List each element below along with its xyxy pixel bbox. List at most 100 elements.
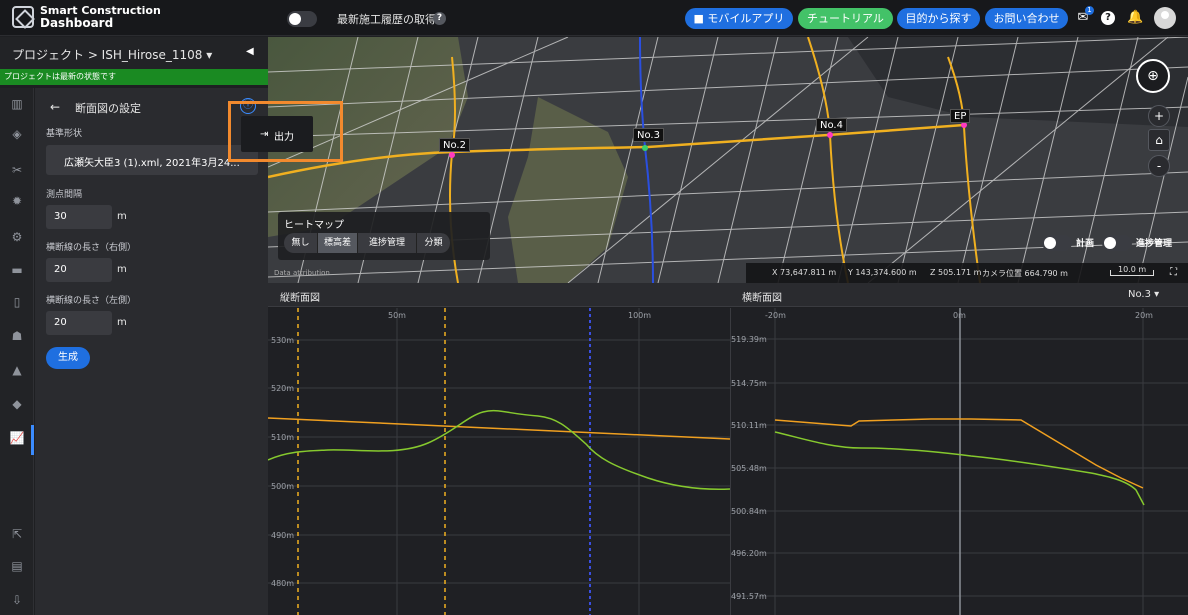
cross-y-tick-1: 519.39m xyxy=(731,335,767,344)
right-length-label: 横断線の長さ（右側） xyxy=(46,243,137,253)
long-y-tick-490: 490m xyxy=(271,531,294,540)
cross-y-tick-3: 510.11m xyxy=(731,421,767,430)
base-shape-select[interactable]: 広瀬矢大臣3 (1).xml, 2021年3月24... xyxy=(46,145,258,175)
progress-layer-toggle[interactable] xyxy=(1102,235,1132,251)
heatmap-option-class[interactable]: 分類 xyxy=(417,233,451,253)
mail-badge: 1 xyxy=(1085,6,1094,15)
left-length-label: 横断線の長さ（左側） xyxy=(46,296,137,306)
long-y-tick-500: 500m xyxy=(271,482,294,491)
cross-x-tick-0: 0m xyxy=(953,311,966,320)
device-icon[interactable]: ▯ xyxy=(9,294,25,310)
long-y-tick-480: 480m xyxy=(271,579,294,588)
collapse-icon[interactable]: ◀ xyxy=(246,46,254,57)
left-length-input[interactable]: 20 xyxy=(46,311,112,335)
marker-ep[interactable]: EP xyxy=(950,109,971,123)
progress-layer-label: 進捗管理 xyxy=(1136,239,1173,249)
settings-icon[interactable]: ✹ xyxy=(9,193,25,209)
cross-y-tick-7: 491.57m xyxy=(731,592,767,601)
chart-icon[interactable]: ▥ xyxy=(9,96,25,112)
folder-icon[interactable]: ▬ xyxy=(9,262,25,278)
cross-section-chart[interactable]: -20m 0m 20m 519.39m 514.75m 510.11m 505.… xyxy=(730,308,1188,615)
long-x-tick-100: 100m xyxy=(628,311,651,320)
shapes-icon[interactable]: ▲ xyxy=(9,362,25,378)
avatar[interactable] xyxy=(1154,7,1176,29)
paint-icon[interactable]: ◆ xyxy=(9,396,25,412)
back-arrow-icon[interactable]: ← xyxy=(50,100,60,114)
base-shape-value: 広瀬矢大臣3 (1).xml, 2021年3月24... xyxy=(64,158,240,169)
rail-active-indicator xyxy=(31,425,34,455)
section-chart-icon[interactable]: 📈 xyxy=(9,430,25,446)
long-y-tick-530: 530m xyxy=(271,336,294,345)
plan-layer-toggle[interactable] xyxy=(1042,235,1072,251)
longitudinal-title: 縦断面図 xyxy=(280,293,320,304)
heatmap-option-elevation[interactable]: 標高差 xyxy=(318,233,358,253)
right-length-unit: m xyxy=(117,264,127,275)
zoom-out-button[interactable]: - xyxy=(1148,155,1170,177)
logo-icon xyxy=(12,6,34,28)
heatmap-title: ヒートマップ xyxy=(284,220,344,231)
download-icon[interactable]: ⇩ xyxy=(9,592,25,608)
interval-label: 測点間隔 xyxy=(46,190,83,200)
right-length-input[interactable]: 20 xyxy=(46,258,112,282)
project-breadcrumb[interactable]: プロジェクト > ISH_Hirose_1108 ▾ xyxy=(12,46,212,63)
history-label: 最新施工履歴の取得 xyxy=(337,13,436,26)
mobile-app-button[interactable]: ■ モバイルアプリ xyxy=(685,8,793,29)
document-icon[interactable]: ▤ xyxy=(9,558,25,574)
interval-unit: m xyxy=(117,211,127,222)
fullscreen-icon[interactable]: ⛶ xyxy=(1170,267,1177,278)
tutorial-button[interactable]: チュートリアル xyxy=(798,8,893,29)
coord-x: X 73,647.811 m xyxy=(772,268,837,277)
cross-x-tick-neg20: -20m xyxy=(765,311,786,320)
contact-button[interactable]: お問い合わせ xyxy=(985,8,1068,29)
cross-section-title: 横断面図 xyxy=(742,293,782,304)
map-view[interactable]: No.2 No.3 No.4 EP ヒートマップ 無し 標高差 進捗管理 分類 … xyxy=(268,37,1188,283)
heatmap-option-none[interactable]: 無し xyxy=(284,233,318,253)
map-attribution[interactable]: Data attribution xyxy=(274,269,330,277)
external-link-icon[interactable]: ⇱ xyxy=(9,526,25,542)
marker-no3[interactable]: No.3 xyxy=(633,128,664,142)
machine-icon[interactable]: ⚙ xyxy=(9,229,25,245)
people-icon[interactable]: ☗ xyxy=(9,328,25,344)
tools-icon[interactable]: ✂ xyxy=(9,162,25,178)
marker-no2[interactable]: No.2 xyxy=(439,138,470,152)
heatmap-panel: ヒートマップ 無し 標高差 進捗管理 分類 xyxy=(278,212,490,260)
home-icon[interactable]: ⌂ xyxy=(1148,129,1170,151)
long-x-tick-50: 50m xyxy=(388,311,406,320)
scale-bar xyxy=(1110,270,1154,276)
compass-icon[interactable]: ⊕ xyxy=(1136,59,1170,93)
help-icon[interactable]: ? xyxy=(433,12,446,25)
heatmap-option-progress[interactable]: 進捗管理 xyxy=(358,233,417,253)
interval-input[interactable]: 30 xyxy=(46,205,112,229)
longitudinal-header: 縦断面図 xyxy=(268,283,730,307)
longitudinal-chart[interactable]: 50m 100m 530m 520m 510m 500m 490m 480m xyxy=(268,308,730,615)
long-y-tick-510: 510m xyxy=(271,433,294,442)
brand-line-2: Dashboard xyxy=(40,16,114,30)
cross-y-tick-2: 514.75m xyxy=(731,379,767,388)
project-status-text: プロジェクトは最新の状態です xyxy=(4,72,116,81)
coordinate-bar: X 73,647.811 m Y 143,374.600 m Z 505.171… xyxy=(746,263,1188,283)
history-toggle[interactable] xyxy=(287,11,317,27)
coord-z: Z 505.171 m xyxy=(930,268,982,277)
project-status-bar: プロジェクトは最新の状態です xyxy=(0,69,268,85)
search-by-purpose-button[interactable]: 目的から探す xyxy=(897,8,980,29)
cross-section-svg: -20m 0m 20m 519.39m 514.75m 510.11m 505.… xyxy=(731,308,1188,615)
bell-icon[interactable]: 🔔 xyxy=(1127,10,1143,26)
zoom-in-button[interactable]: + xyxy=(1148,105,1170,127)
longitudinal-svg: 50m 100m 530m 520m 510m 500m 490m 480m xyxy=(268,308,730,615)
camera-position: カメラ位置 664.790 m xyxy=(982,269,1068,278)
generate-button[interactable]: 生成 xyxy=(46,347,90,369)
plan-layer-label: 計画 xyxy=(1076,239,1095,249)
left-rail: ▥ ◈ ✂ ✹ ⚙ ▬ ▯ ☗ ▲ ◆ 📈 ⇱ ▤ ⇩ xyxy=(0,88,34,615)
panel-title: 断面図の設定 xyxy=(75,102,141,115)
long-y-tick-520: 520m xyxy=(271,384,294,393)
marker-no4[interactable]: No.4 xyxy=(816,118,847,132)
layers-icon[interactable]: ◈ xyxy=(9,126,25,142)
cross-section-header: 横断面図 No.3 ▾ xyxy=(730,283,1188,307)
left-length-unit: m xyxy=(117,317,127,328)
highlight-box xyxy=(228,101,343,162)
cross-x-tick-20: 20m xyxy=(1135,311,1153,320)
help-icon[interactable]: ? xyxy=(1101,11,1115,25)
cross-y-tick-4: 505.48m xyxy=(731,464,767,473)
brand: Smart Construction Dashboard xyxy=(40,4,161,30)
station-select[interactable]: No.3 ▾ xyxy=(1128,289,1159,300)
